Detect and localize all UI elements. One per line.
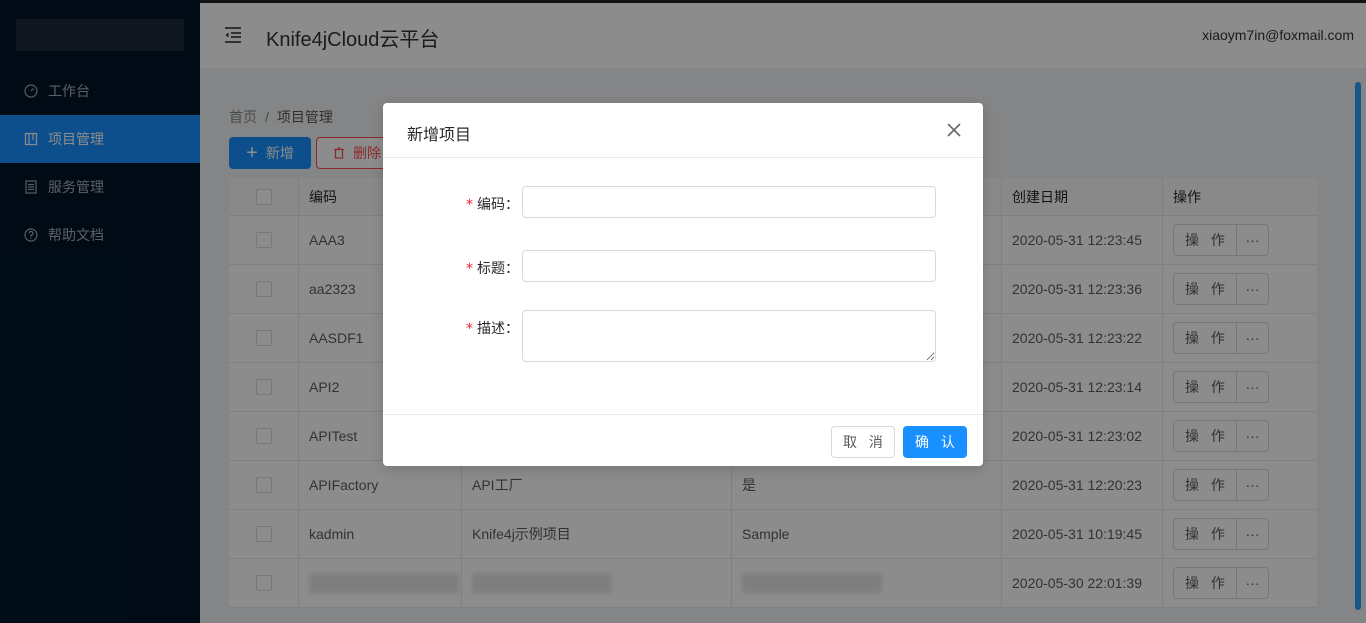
modal-footer: 取 消 确 认: [383, 414, 983, 466]
required-mark: *: [466, 261, 473, 277]
code-label-text: 编码: [477, 196, 505, 212]
description-textarea[interactable]: [522, 310, 936, 362]
code-field-label: * 编码：: [466, 196, 519, 213]
cancel-button[interactable]: 取 消: [831, 426, 895, 458]
title-input[interactable]: [522, 250, 936, 282]
desc-field-label: * 描述：: [466, 320, 519, 337]
required-mark: *: [466, 197, 473, 213]
confirm-button[interactable]: 确 认: [903, 426, 967, 458]
modal-header: 新增项目: [383, 103, 983, 158]
title-label-text: 标题: [477, 260, 505, 276]
close-icon[interactable]: [945, 121, 963, 139]
title-field-label: * 标题：: [466, 260, 519, 277]
desc-label-text: 描述: [477, 320, 505, 336]
modal-title: 新增项目: [407, 127, 472, 144]
required-mark: *: [466, 321, 473, 337]
new-project-modal: 新增项目 * 编码： * 标题： * 描述： 取 消 确 认: [383, 103, 983, 466]
code-input[interactable]: [522, 186, 936, 218]
